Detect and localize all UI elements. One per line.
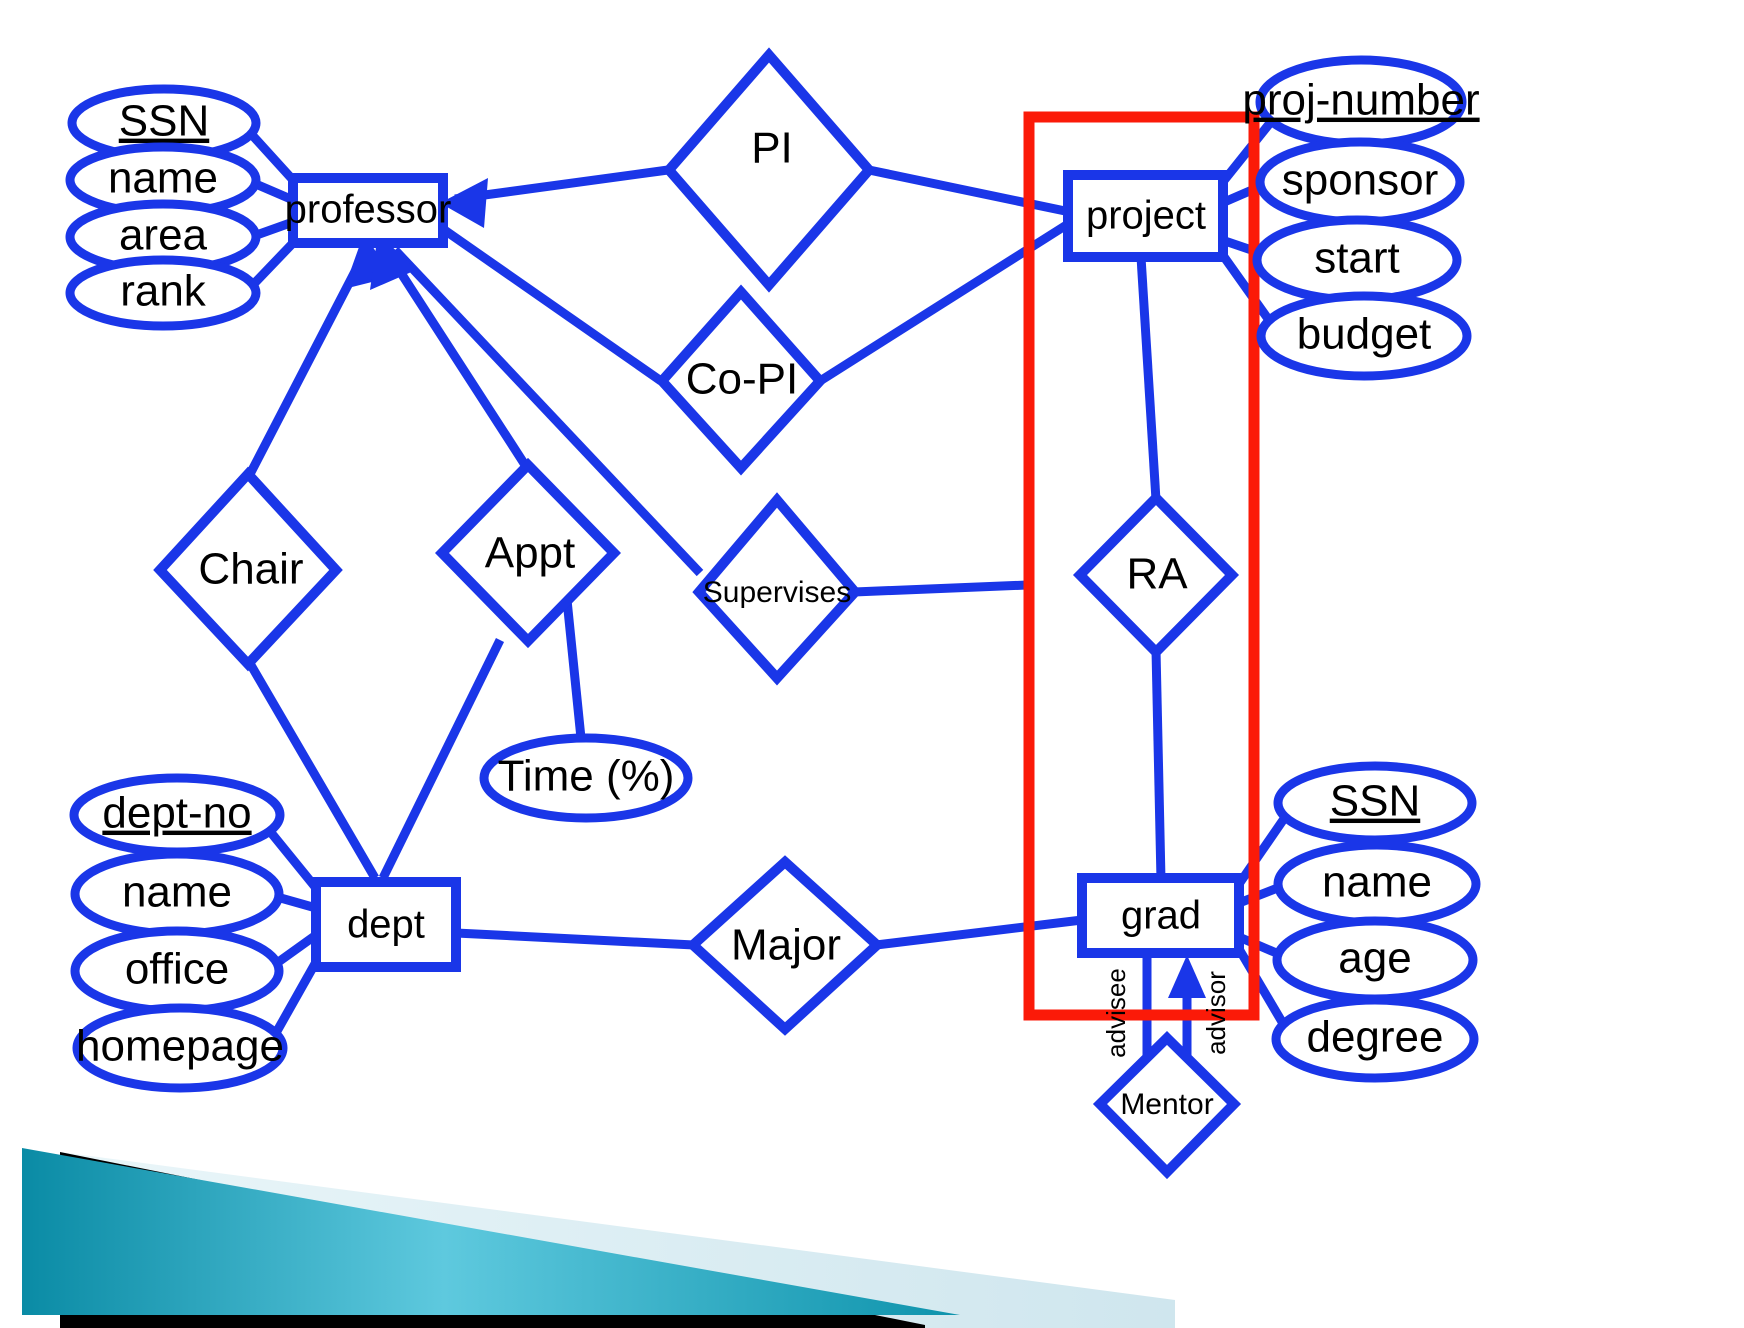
attribute-proj-sponsor[interactable]: sponsor (1255, 137, 1465, 227)
role-label-advisee: advisee (1101, 968, 1131, 1058)
relationship-supervises[interactable]: Supervises (692, 492, 862, 686)
entity-grad-label: grad (1121, 894, 1201, 938)
entity-professor[interactable]: professor (285, 173, 452, 248)
attribute-dept-homepage[interactable]: homepage (72, 1003, 288, 1093)
edge-appt-dept (378, 638, 505, 880)
er-diagram-canvas: professor project dept grad PI Co-PI Cha… (0, 0, 1744, 1328)
relationship-chair-label: Chair (198, 545, 303, 594)
edge-ra-project (1136, 256, 1161, 501)
edge-chair-dept (244, 657, 379, 881)
relationship-chair[interactable]: Chair (153, 466, 343, 672)
attribute-dept-homepage-label: homepage (76, 1022, 284, 1071)
relationship-appt-label: Appt (485, 529, 576, 578)
attribute-prof-rank[interactable]: rank (65, 255, 261, 331)
attribute-proj-start-label: start (1314, 234, 1400, 283)
attribute-prof-name-label: name (108, 154, 218, 203)
attribute-dept-no[interactable]: dept-no (69, 773, 285, 857)
attribute-proj-number[interactable]: proj-number (1242, 55, 1480, 149)
relationship-pi-label: PI (751, 124, 793, 173)
relationship-pi[interactable]: PI (662, 47, 876, 293)
edge-copi-professor (440, 225, 664, 385)
attribute-dept-name-label: name (122, 868, 232, 917)
edge-chair-professor (244, 255, 366, 481)
attribute-proj-budget[interactable]: budget (1256, 291, 1472, 381)
attribute-grad-age[interactable]: age (1272, 916, 1478, 1004)
relationship-ra-label: RA (1126, 550, 1188, 599)
entity-project[interactable]: project (1063, 170, 1228, 262)
relationship-major[interactable]: Major (685, 855, 885, 1036)
attribute-appt-time[interactable]: Time (%) (479, 733, 693, 823)
relationship-ra[interactable]: RA (1072, 490, 1240, 660)
slide-footer-decoration (22, 1148, 1175, 1328)
attribute-grad-ssn[interactable]: SSN (1273, 761, 1477, 845)
entity-project-label: project (1086, 194, 1206, 238)
edge-pi-project (868, 165, 1071, 217)
role-label-advisor: advisor (1201, 971, 1231, 1055)
entity-grad[interactable]: grad (1077, 873, 1244, 958)
attribute-dept-office[interactable]: office (70, 926, 284, 1016)
attribute-dept-name[interactable]: name (70, 849, 284, 939)
relationship-copi-label: Co-PI (686, 355, 798, 404)
attribute-proj-number-label: proj-number (1242, 76, 1479, 125)
relationship-mentor-label: Mentor (1120, 1088, 1213, 1121)
attribute-grad-degree-label: degree (1306, 1013, 1443, 1062)
attribute-prof-area-label: area (119, 211, 208, 260)
edge-major-grad (875, 915, 1083, 950)
attribute-appt-time-label: Time (%) (498, 752, 675, 801)
attribute-grad-name-label: name (1322, 858, 1432, 907)
attribute-grad-age-label: age (1338, 934, 1411, 983)
edge-supervises-right (853, 580, 1028, 597)
attribute-grad-degree[interactable]: degree (1271, 995, 1479, 1083)
attribute-proj-start[interactable]: start (1252, 215, 1462, 305)
attribute-dept-no-label: dept-no (102, 789, 251, 838)
attribute-proj-budget-label: budget (1297, 310, 1432, 359)
er-diagram-svg: professor project dept grad PI Co-PI Cha… (22, 47, 1481, 1328)
entity-dept[interactable]: dept (311, 877, 461, 972)
relationship-appt[interactable]: Appt (435, 457, 621, 649)
relationship-major-label: Major (731, 921, 841, 970)
relationship-supervises-label: Supervises (703, 576, 851, 609)
edge-major-dept (455, 928, 695, 950)
attribute-proj-sponsor-label: sponsor (1282, 156, 1439, 205)
attribute-prof-ssn-label: SSN (119, 97, 209, 146)
edge-ra-grad (1151, 649, 1166, 881)
relationship-copi[interactable]: Co-PI (655, 284, 827, 476)
attribute-grad-name[interactable]: name (1273, 840, 1481, 928)
entity-professor-label: professor (285, 188, 452, 232)
attribute-dept-office-label: office (125, 945, 229, 994)
attribute-grad-ssn-label: SSN (1330, 777, 1420, 826)
attribute-prof-rank-label: rank (120, 267, 207, 316)
edge-appt-time (561, 589, 587, 749)
entity-dept-label: dept (347, 903, 425, 947)
